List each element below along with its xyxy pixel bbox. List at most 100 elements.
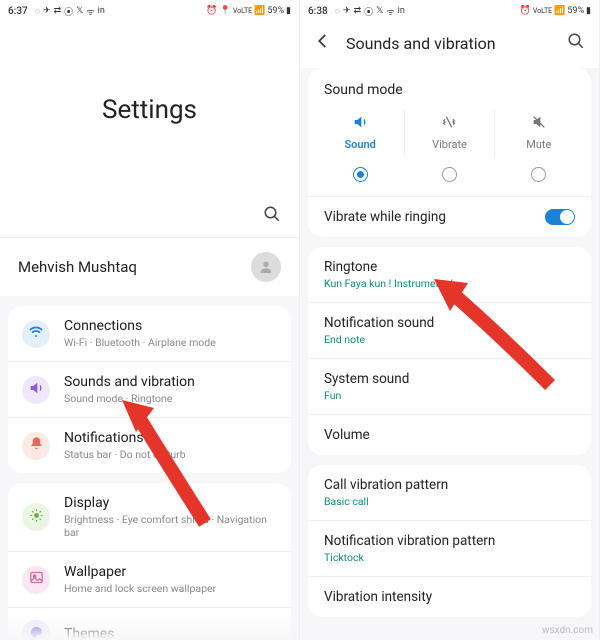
settings-row-wallpaper[interactable]: Wallpaper Home and lock screen wallpaper (8, 551, 291, 607)
vibrate-icon (405, 114, 493, 134)
system-sound-row[interactable]: System sound Fun (308, 358, 591, 414)
row-title: Ringtone (324, 259, 575, 275)
search-icon[interactable] (567, 32, 585, 54)
vibrate-while-ringing-row[interactable]: Vibrate while ringing (308, 196, 591, 237)
row-title: System sound (324, 371, 575, 387)
settings-row-display[interactable]: Display Brightness · Eye comfort shield … (8, 483, 291, 551)
row-title: Vibration intensity (324, 589, 575, 605)
telegram-icon: ✈ (343, 6, 351, 16)
row-title: Themes (64, 626, 277, 640)
mode-label: Vibrate (405, 138, 493, 151)
whatsapp-icon: ◌ (35, 6, 40, 17)
settings-row-connections[interactable]: Connections Wi-Fi · Bluetooth · Airplane… (8, 306, 291, 361)
row-subtitle: Fun (324, 389, 575, 402)
settings-row-themes[interactable]: Themes (8, 607, 291, 640)
row-subtitle: Basic call (324, 495, 575, 508)
linkedin-icon: in (398, 6, 405, 16)
settings-row-sounds[interactable]: Sounds and vibration Sound mode · Ringto… (8, 361, 291, 417)
profile-name: Mehvish Mushtaq (18, 258, 239, 276)
phone-sounds-vibration: 6:38 ◌ ✈ ⇄ ⦿ 𝕏 ᯤ in ⏰ VoLTE 📶 59% ▮ Soun… (300, 0, 600, 640)
profile-row[interactable]: Mehvish Mushtaq (0, 237, 299, 296)
battery-icon: ▮ (286, 6, 291, 16)
row-subtitle: Brightness · Eye comfort shield · Naviga… (64, 513, 277, 539)
search-icon[interactable] (263, 205, 281, 227)
status-time: 6:37 (8, 6, 28, 17)
settings-row-notifications[interactable]: Notifications Status bar · Do not distur… (8, 417, 291, 473)
vibration-intensity-row[interactable]: Vibration intensity (308, 576, 591, 617)
mute-icon (495, 114, 583, 134)
settings-header: Settings (0, 22, 299, 197)
camera-icon: ⦿ (364, 5, 373, 18)
watermark: wsxdn.com (542, 625, 593, 636)
row-title: Wallpaper (64, 564, 277, 580)
notification-vibration-row[interactable]: Notification vibration pattern Ticktock (308, 520, 591, 576)
wifi-icon (28, 324, 44, 344)
row-title: Connections (64, 318, 277, 334)
bell-icon (29, 436, 44, 455)
mode-mute[interactable]: Mute (495, 110, 583, 157)
speaker-icon (316, 114, 404, 134)
sounds-list-card: Ringtone Kun Faya kun ! Instrumental Not… (308, 247, 591, 455)
alarm-icon: ⏰ (206, 6, 217, 16)
page-title: Settings (102, 95, 197, 125)
row-title: Sounds and vibration (64, 374, 277, 390)
location-icon: 📍 (220, 6, 231, 16)
sound-icon (28, 380, 44, 400)
phone-settings-root: 6:37 ◌ ✈ ⇄ ⦿ 𝕏 ᯤ in ⏰ 📍 VoLTE 📶 59% ▮ Se… (0, 0, 300, 640)
app-bar: Sounds and vibration (300, 22, 599, 68)
battery-icon: ▮ (586, 6, 591, 16)
signal-icon: 📶 (554, 6, 565, 16)
theme-icon (29, 625, 44, 640)
wifi-icon: ᯤ (386, 5, 394, 18)
notification-sound-row[interactable]: Notification sound End note (308, 302, 591, 358)
swap-icon: ⇄ (354, 6, 362, 16)
back-icon[interactable] (314, 32, 332, 54)
status-bar: 6:37 ◌ ✈ ⇄ ⦿ 𝕏 ᯤ in ⏰ 📍 VoLTE 📶 59% ▮ (0, 0, 299, 22)
volume-row[interactable]: Volume (308, 414, 591, 455)
radio-sound[interactable] (353, 167, 368, 182)
radio-vibrate[interactable] (442, 167, 457, 182)
alarm-icon: ⏰ (520, 6, 531, 16)
row-title: Notification vibration pattern (324, 533, 575, 549)
row-subtitle: Ticktock (324, 551, 575, 564)
telegram-icon: ✈ (43, 6, 51, 16)
status-bar: 6:38 ◌ ✈ ⇄ ⦿ 𝕏 ᯤ in ⏰ VoLTE 📶 59% ▮ (300, 0, 599, 22)
toolbar (0, 197, 299, 237)
wifi-icon: ᯤ (86, 5, 94, 18)
sound-mode-title: Sound mode (308, 68, 591, 106)
settings-group-2: Display Brightness · Eye comfort shield … (8, 483, 291, 640)
swap-icon: ⇄ (54, 6, 62, 16)
vibration-list-card: Call vibration pattern Basic call Notifi… (308, 465, 591, 617)
sun-icon (29, 508, 44, 527)
volte-icon: VoLTE (533, 7, 552, 15)
row-subtitle: Kun Faya kun ! Instrumental (324, 277, 575, 290)
status-time: 6:38 (308, 6, 328, 17)
whatsapp-icon: ◌ (335, 6, 340, 17)
ringtone-row[interactable]: Ringtone Kun Faya kun ! Instrumental (308, 247, 591, 302)
mode-vibrate[interactable]: Vibrate (405, 110, 494, 157)
row-subtitle: Home and lock screen wallpaper (64, 582, 277, 595)
avatar (251, 252, 281, 282)
call-vibration-row[interactable]: Call vibration pattern Basic call (308, 465, 591, 520)
camera-icon: ⦿ (64, 5, 73, 18)
image-icon (29, 570, 44, 589)
twitter-icon: 𝕏 (376, 6, 383, 16)
mode-label: Mute (495, 138, 583, 151)
row-title: Notification sound (324, 315, 575, 331)
row-title: Vibrate while ringing (324, 209, 545, 225)
volte-icon: VoLTE (233, 7, 252, 15)
sound-mode-card: Sound mode Sound Vibrate Mute (308, 68, 591, 237)
row-title: Display (64, 495, 277, 511)
appbar-title: Sounds and vibration (346, 34, 553, 53)
row-subtitle: Wi-Fi · Bluetooth · Airplane mode (64, 336, 277, 349)
row-title: Volume (324, 427, 575, 443)
mode-sound[interactable]: Sound (316, 110, 405, 157)
mode-label: Sound (316, 138, 404, 151)
radio-mute[interactable] (531, 167, 546, 182)
settings-group-1: Connections Wi-Fi · Bluetooth · Airplane… (8, 306, 291, 473)
toggle-on[interactable] (545, 209, 575, 225)
row-subtitle: End note (324, 333, 575, 346)
twitter-icon: 𝕏 (76, 6, 83, 16)
linkedin-icon: in (98, 6, 105, 16)
battery-pct: 59% (567, 6, 584, 16)
